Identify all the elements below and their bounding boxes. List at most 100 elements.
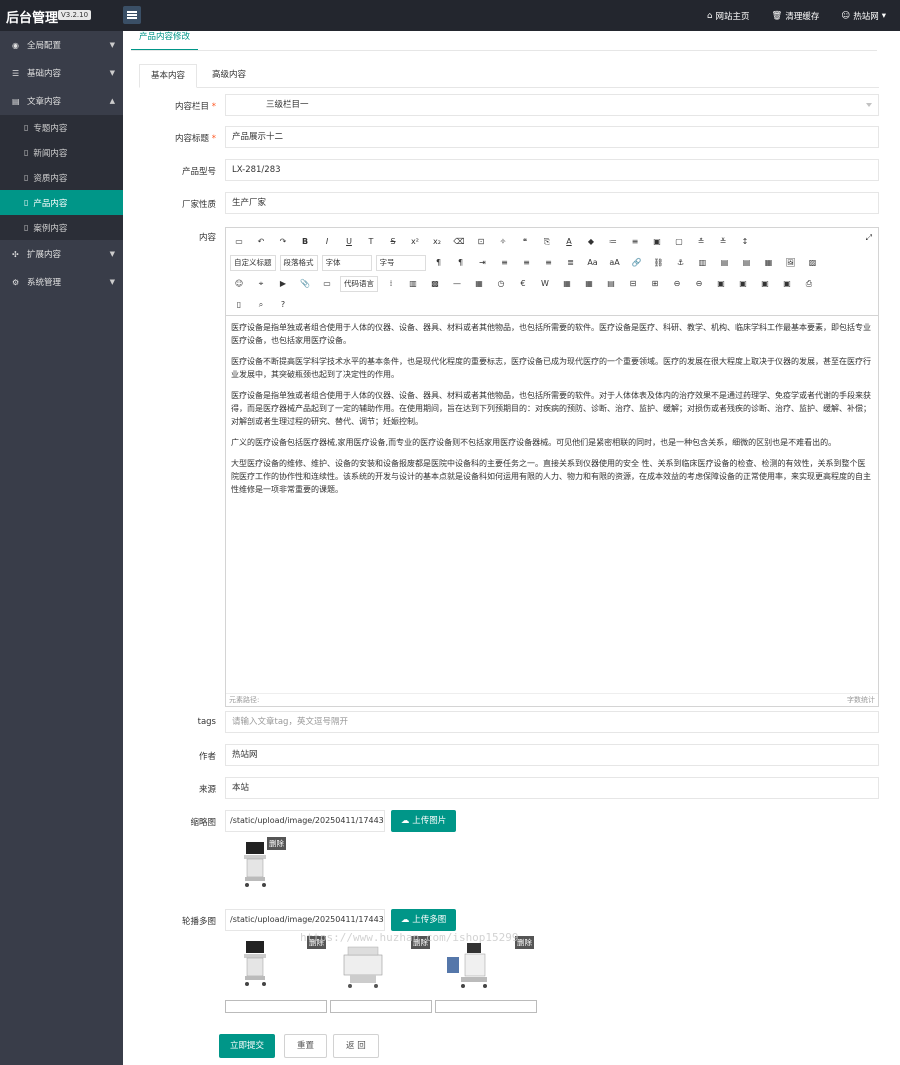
title-input[interactable]: 产品展示十二 [225,126,879,148]
split-cells-icon[interactable]: ▣ [712,276,730,292]
thumbnail-delete-button[interactable]: 删除 [267,837,286,850]
sidebar-item-extended-content[interactable]: ✣ 扩展内容 ▼ [0,240,123,268]
author-input[interactable]: 热站网 [225,744,879,766]
insert-table-icon[interactable]: ▦ [558,276,576,292]
undo-icon[interactable]: ↶ [252,234,270,250]
split-rows-icon[interactable]: ▣ [734,276,752,292]
subscript-icon[interactable]: x₂ [428,234,446,250]
highlight-color-icon[interactable]: ◆ [582,234,600,250]
font-family-dropdown[interactable]: 字体 [321,254,372,271]
merge-down-icon[interactable]: ⊞ [646,276,664,292]
carousel-caption-input[interactable] [225,1000,327,1013]
print-icon[interactable]: ⎙ [800,276,818,292]
image-center-icon[interactable]: ▦ [760,255,778,271]
help-icon[interactable]: ? [274,297,292,313]
horizontal-rule-icon[interactable]: — [448,276,466,292]
submit-button[interactable]: 立即提交 [219,1034,276,1058]
word-image-icon[interactable]: W [536,276,554,292]
pagebreak-icon[interactable]: ⁞ [382,276,400,292]
unlink-icon[interactable]: ⛓ [650,255,668,271]
paste-plain-icon[interactable]: ⎘ [538,234,556,250]
sidebar-item-global-config[interactable]: ◉ 全局配置 ▼ [0,31,123,59]
tab-basic[interactable]: 基本内容 [139,64,198,88]
sidebar-item-qualifications[interactable]: ▯ 资质内容 [0,165,123,190]
delete-table-icon[interactable]: ▣ [778,276,796,292]
carousel-path-input[interactable]: /static/upload/image/20250411/174435 [225,909,385,931]
page-tab-product-edit[interactable]: 产品内容修改 [131,31,199,51]
row-spacing-top-icon[interactable]: ≛ [692,234,710,250]
font-size-dropdown[interactable]: 字号 [375,254,426,271]
clear-doc-icon[interactable]: ▢ [670,234,688,250]
insert-row-icon[interactable]: ▦ [580,276,598,292]
tab-advanced[interactable]: 高级内容 [201,64,257,88]
delete-col-icon[interactable]: ⊖ [690,276,708,292]
upload-image-button[interactable]: ☁ 上传图片 [391,810,457,832]
sidebar-item-products[interactable]: ▯ 产品内容 [0,190,123,215]
format-match-icon[interactable]: ⊡ [472,234,490,250]
menu-toggle-button[interactable] [123,6,141,24]
back-button[interactable]: 返 回 [333,1034,379,1058]
merge-right-icon[interactable]: ⊟ [624,276,642,292]
superscript-icon[interactable]: x² [406,234,424,250]
tags-input[interactable]: 请输入文章tag，英文逗号隔开 [225,711,879,733]
sidebar-item-article-content[interactable]: ▤ 文章内容 ▲ [0,87,123,115]
font-color-icon[interactable]: A [560,234,578,250]
special-char-icon[interactable]: € [514,276,532,292]
editor-content-area[interactable]: 医疗设备是指单独或者组合使用于人体的仪器、设备、器具、材料或者其他物品，也包括所… [226,317,878,685]
reset-button[interactable]: 重置 [284,1034,328,1058]
border-icon[interactable]: T [362,234,380,250]
link-icon[interactable]: 🔗 [628,255,646,271]
anchor-icon[interactable]: ⚓ [672,255,690,271]
insert-image-icon[interactable]: 🖼 [782,255,800,271]
background-icon[interactable]: ▩ [426,276,444,292]
image-right-icon[interactable]: ▤ [738,255,756,271]
redo-icon[interactable]: ↷ [274,234,292,250]
thumbnail-path-input[interactable]: /static/upload/image/20250411/174435 [225,810,385,832]
attachment-icon[interactable]: 📎 [296,276,314,292]
site-home-link[interactable]: ⌂ 网站主页 [707,10,749,22]
sidebar-item-basic-content[interactable]: ☰ 基础内容 ▼ [0,59,123,87]
split-cols-icon[interactable]: ▣ [756,276,774,292]
rtl-icon[interactable]: ¶ [452,255,470,271]
model-input[interactable]: LX-281/283 [225,159,879,181]
emotion-icon[interactable]: ☺ [230,276,248,292]
uppercase-icon[interactable]: Aa [584,255,602,271]
ordered-list-icon[interactable]: ≔ [604,234,622,250]
bold-icon[interactable]: B [296,234,314,250]
select-all-icon[interactable]: ▣ [648,234,666,250]
time-icon[interactable]: ◷ [492,276,510,292]
source-code-icon[interactable]: ▭ [230,234,248,250]
multi-image-icon[interactable]: ▨ [804,255,822,271]
eraser-icon[interactable]: ⌫ [450,234,468,250]
search-replace-icon[interactable]: ⌕ [252,297,270,313]
row-spacing-bottom-icon[interactable]: ≚ [714,234,732,250]
clear-cache-link[interactable]: 🗑 清理缓存 [772,10,820,22]
template-icon[interactable]: ▥ [404,276,422,292]
delete-row-icon[interactable]: ⊖ [668,276,686,292]
image-none-icon[interactable]: ▥ [694,255,712,271]
indent-icon[interactable]: ⇥ [474,255,492,271]
unordered-list-icon[interactable]: ≡ [626,234,644,250]
custom-title-dropdown[interactable]: 自定义标题 [230,254,276,271]
sidebar-item-news[interactable]: ▯ 新闻内容 [0,140,123,165]
blockquote-icon[interactable]: ❝ [516,234,534,250]
sidebar-item-topics[interactable]: ▯ 专题内容 [0,115,123,140]
code-language-dropdown[interactable]: 代码语言 [340,275,378,292]
align-left-icon[interactable]: ≡ [496,255,514,271]
italic-icon[interactable]: I [318,234,336,250]
fullscreen-icon[interactable]: ⤢ [866,233,872,243]
date-icon[interactable]: ▦ [470,276,488,292]
source-input[interactable]: 本站 [225,777,879,799]
align-center-icon[interactable]: ≡ [518,255,536,271]
paragraph-dropdown[interactable]: 段落格式 [279,254,318,271]
category-select[interactable]: 三级栏目一 [225,94,879,116]
sidebar-item-system-admin[interactable]: ⚙ 系统管理 ▼ [0,268,123,296]
preview-icon[interactable]: ▯ [230,297,248,313]
map-icon[interactable]: ⌖ [252,276,270,292]
align-justify-icon[interactable]: ≣ [562,255,580,271]
align-right-icon[interactable]: ≡ [540,255,558,271]
auto-format-icon[interactable]: ✧ [494,234,512,250]
underline-icon[interactable]: U [340,234,358,250]
user-menu[interactable]: ☺ 热站网 ▾ [841,10,886,22]
insert-col-icon[interactable]: ▤ [602,276,620,292]
